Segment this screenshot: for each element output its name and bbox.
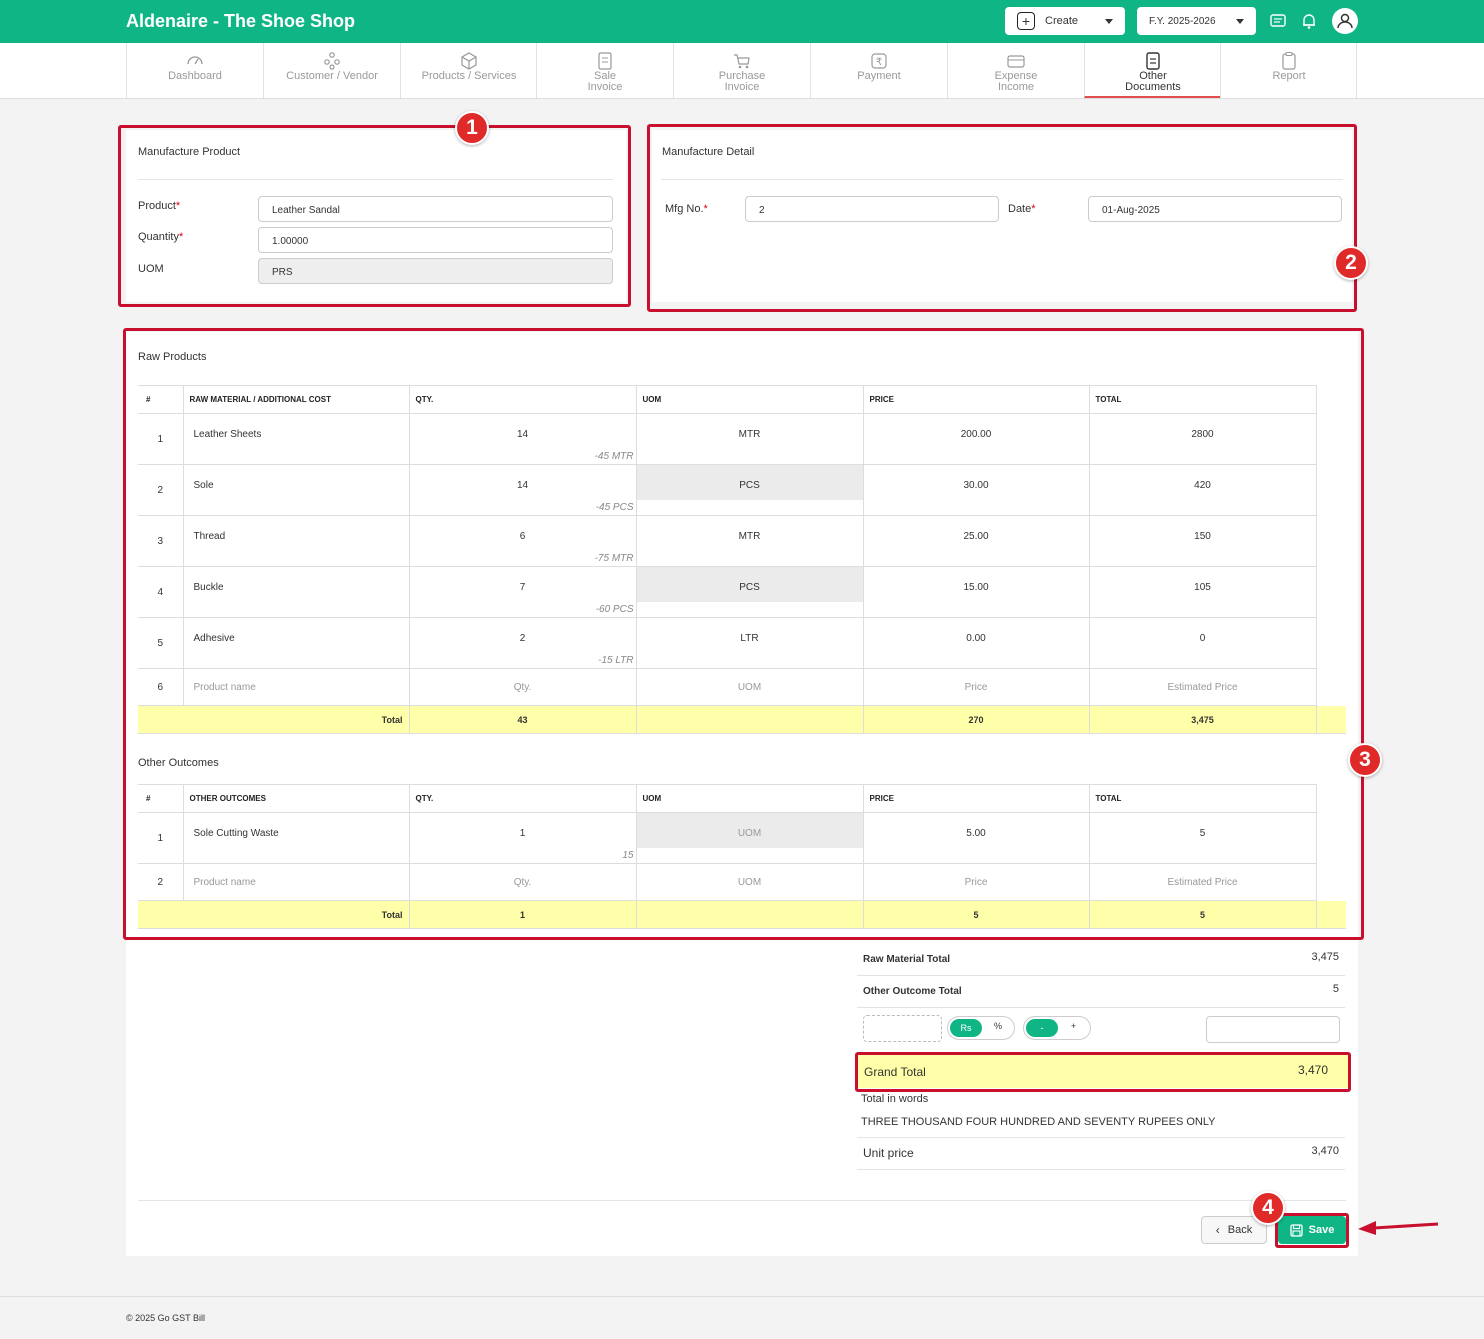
- nav-label-line2: Income: [997, 81, 1035, 93]
- total-in-words-label: Total in words: [861, 1093, 929, 1105]
- annotation-arrow-icon: [1358, 1221, 1439, 1235]
- svg-text:₹: ₹: [876, 57, 882, 68]
- raw-material-total-value: 3,475: [1311, 951, 1339, 963]
- nav-divider: [1356, 43, 1357, 98]
- gauge-icon: [185, 51, 205, 69]
- nav-item-products-services[interactable]: Products / Services: [400, 43, 537, 98]
- nav-label: Payment: [857, 70, 901, 82]
- nav-item-other[interactable]: Other Documents: [1084, 43, 1221, 98]
- bell-icon[interactable]: [1299, 11, 1319, 31]
- plus-option[interactable]: +: [1071, 1021, 1076, 1031]
- fiscal-year-label: F.Y. 2025-2026: [1149, 16, 1216, 27]
- app-title: Aldenaire - The Shoe Shop: [126, 11, 356, 31]
- unit-price-row: Unit price 3,470: [857, 1138, 1345, 1170]
- nav-item-payment[interactable]: ₹ Payment: [810, 43, 947, 98]
- percent-option[interactable]: %: [994, 1021, 1002, 1031]
- nav-item-dashboard[interactable]: Dashboard: [126, 43, 263, 98]
- annotation-badge-1: 1: [455, 111, 489, 145]
- report-icon: [1279, 51, 1299, 70]
- chevron-down-icon: [1105, 19, 1113, 24]
- other-outcome-total-label: Other Outcome Total: [863, 986, 962, 997]
- nav-item-expense[interactable]: Expense Income: [947, 43, 1084, 98]
- nav-label-line2: Documents: [1125, 81, 1181, 93]
- nav-label: Report: [1272, 70, 1306, 82]
- unit-price-label: Unit price: [863, 1146, 914, 1160]
- annotation-box-grand-total: [855, 1052, 1351, 1092]
- fiscal-year-select[interactable]: F.Y. 2025-2026: [1137, 7, 1256, 35]
- document-icon: [1143, 51, 1163, 70]
- nav-label: Dashboard: [168, 70, 222, 82]
- annotation-box-3: [123, 328, 1364, 940]
- wallet-icon: [1006, 51, 1026, 69]
- nav-item-purchase[interactable]: Purchase Invoice: [673, 43, 810, 98]
- top-bar: Aldenaire - The Shoe Shop + Create F.Y. …: [0, 0, 1484, 43]
- nav-item-sale[interactable]: Sale Invoice: [536, 43, 673, 98]
- chevron-down-icon: [1236, 19, 1244, 24]
- annotation-box-1: [118, 125, 631, 307]
- create-label: Create: [1045, 15, 1079, 27]
- users-icon: [322, 51, 342, 70]
- discount-amount-input[interactable]: [863, 1015, 942, 1042]
- rupee-icon: ₹: [869, 51, 889, 69]
- other-outcome-total-row: Other Outcome Total 5: [857, 976, 1345, 1008]
- annotation-badge-2: 2: [1334, 246, 1368, 280]
- footer-text: © 2025 Go GST Bill: [126, 1313, 206, 1323]
- raw-material-total-row: Raw Material Total 3,475: [857, 944, 1345, 976]
- annotation-box-4: [1275, 1213, 1349, 1248]
- raw-material-total-label: Raw Material Total: [863, 954, 951, 965]
- rs-option[interactable]: Rs: [950, 1019, 982, 1037]
- other-outcome-total-value: 5: [1332, 983, 1339, 995]
- divider: [138, 1200, 1346, 1201]
- annotation-badge-4: 4: [1251, 1191, 1285, 1225]
- adjustment-input[interactable]: [1206, 1016, 1340, 1043]
- cart-icon: [732, 51, 752, 69]
- back-label: Back: [1227, 1224, 1253, 1236]
- annotation-box-2: [647, 124, 1357, 312]
- total-in-words-value: THREE THOUSAND FOUR HUNDRED AND SEVENTY …: [861, 1116, 1216, 1128]
- nav-item-customer-vendor[interactable]: Customer / Vendor: [263, 43, 400, 98]
- box-icon: [459, 51, 479, 70]
- message-icon[interactable]: [1268, 11, 1288, 31]
- footer: © 2025 Go GST Bill: [0, 1296, 1484, 1339]
- plus-icon: +: [1017, 12, 1035, 30]
- nav-label-line2: Invoice: [587, 81, 623, 93]
- minus-option[interactable]: -: [1026, 1019, 1058, 1037]
- nav-label-line2: Invoice: [724, 81, 760, 93]
- create-button[interactable]: + Create: [1005, 7, 1125, 35]
- chevron-left-icon: ‹: [1215, 1223, 1220, 1237]
- nav-label: Products / Services: [421, 70, 517, 82]
- adjust-sign-toggle[interactable]: - +: [1023, 1016, 1091, 1040]
- invoice-icon: [595, 51, 615, 70]
- annotation-badge-3: 3: [1348, 743, 1382, 777]
- discount-unit-toggle[interactable]: Rs %: [947, 1016, 1015, 1040]
- user-avatar-icon[interactable]: [1332, 8, 1358, 34]
- main-nav: Dashboard Customer / Vendor Products / Ser…: [0, 43, 1484, 99]
- unit-price-value: 3,470: [1311, 1145, 1339, 1157]
- nav-label: Customer / Vendor: [286, 70, 378, 82]
- nav-item-report[interactable]: Report: [1220, 43, 1357, 98]
